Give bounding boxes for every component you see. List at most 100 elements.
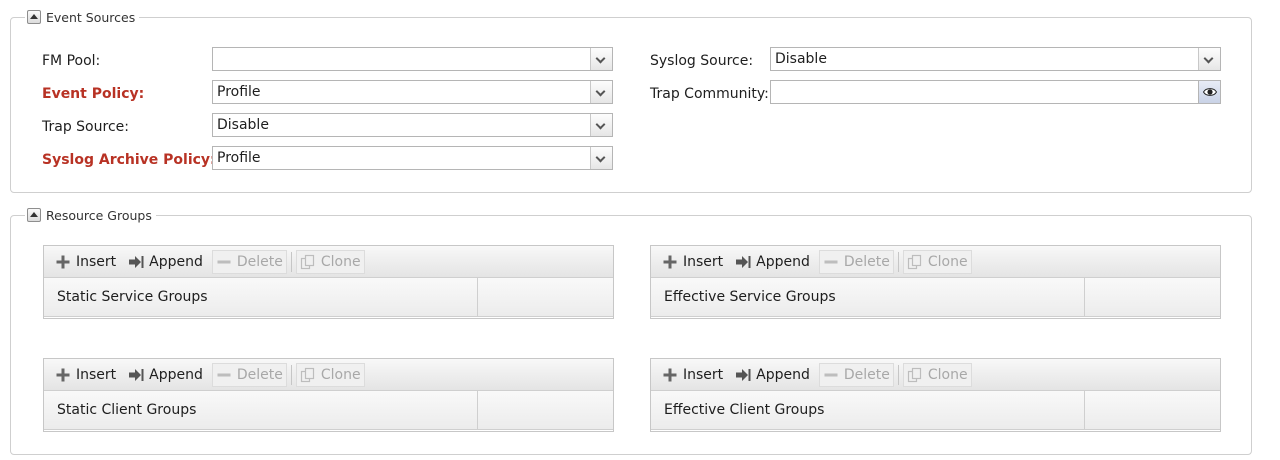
trap-source-select[interactable]: Disable <box>212 113 613 137</box>
trap-community-input[interactable] <box>771 81 1199 103</box>
append-label: Append <box>756 253 810 270</box>
event-policy-value: Profile <box>217 84 261 100</box>
minus-icon <box>824 260 838 263</box>
chevron-down-icon[interactable] <box>590 114 612 136</box>
insert-button[interactable]: Insert <box>659 251 726 273</box>
panel-title: Effective Client Groups <box>664 402 825 418</box>
clone-icon <box>300 367 314 382</box>
minus-icon <box>217 373 231 376</box>
event-sources-title: Event Sources <box>46 9 136 25</box>
insert-label: Insert <box>683 253 724 270</box>
append-label: Append <box>149 366 203 383</box>
panel-toolbar: Insert Append Delete Clone <box>44 246 613 278</box>
syslog-source-select[interactable]: Disable <box>770 47 1221 71</box>
toolbar-separator <box>290 364 292 385</box>
chevron-down-icon[interactable] <box>590 147 612 169</box>
static-service-groups-panel: Insert Append Delete Clone Static Servic… <box>43 245 614 319</box>
chevron-down-icon[interactable] <box>590 81 612 103</box>
plus-icon <box>56 255 70 268</box>
chevron-down-icon[interactable] <box>590 48 612 70</box>
delete-label: Delete <box>843 366 890 383</box>
clone-label: Clone <box>320 366 361 383</box>
grid-header: Static Service Groups <box>44 278 613 317</box>
toolbar-separator <box>290 251 292 272</box>
trap-community-field <box>770 80 1221 104</box>
append-label: Append <box>756 366 810 383</box>
clone-button[interactable]: Clone <box>902 249 972 274</box>
plus-icon <box>56 368 70 381</box>
event-policy-select[interactable]: Profile <box>212 80 613 104</box>
append-button[interactable]: Append <box>732 251 813 273</box>
syslog-archive-policy-value: Profile <box>217 150 261 166</box>
syslog-source-value: Disable <box>775 51 827 67</box>
panel-toolbar: Insert Append Delete Clone <box>651 246 1220 278</box>
static-client-groups-panel: Insert Append Delete Clone Static Client… <box>43 358 614 432</box>
effective-client-groups-panel: Insert Append Delete Clone Effective Cli… <box>650 358 1221 432</box>
trap-source-value: Disable <box>217 117 269 133</box>
plus-icon <box>663 368 677 381</box>
append-arrow-icon <box>736 368 751 381</box>
clone-label: Clone <box>927 253 968 270</box>
resource-groups-title: Resource Groups <box>46 207 152 223</box>
panel-toolbar: Insert Append Delete Clone <box>651 359 1220 391</box>
panel-title: Static Service Groups <box>57 289 208 305</box>
collapse-resource-groups-icon[interactable] <box>27 208 41 222</box>
chevron-down-icon[interactable] <box>1198 48 1220 70</box>
clone-icon <box>300 254 314 269</box>
delete-button[interactable]: Delete <box>818 362 894 387</box>
append-label: Append <box>149 253 203 270</box>
clone-icon <box>907 254 921 269</box>
grid-header: Effective Client Groups <box>651 391 1220 430</box>
grid-header: Effective Service Groups <box>651 278 1220 317</box>
syslog-archive-policy-label: Syslog Archive Policy: <box>42 152 216 168</box>
delete-button[interactable]: Delete <box>211 362 287 387</box>
fm-pool-select[interactable] <box>212 47 613 71</box>
trap-community-label: Trap Community: <box>650 86 769 102</box>
clone-label: Clone <box>927 366 968 383</box>
grid-header-column[interactable] <box>1084 278 1220 316</box>
clone-icon <box>907 367 921 382</box>
panel-title: Effective Service Groups <box>664 289 836 305</box>
delete-button[interactable]: Delete <box>818 249 894 274</box>
clone-button[interactable]: Clone <box>295 249 365 274</box>
panel-title: Static Client Groups <box>57 402 197 418</box>
delete-button[interactable]: Delete <box>211 249 287 274</box>
event-sources-legend: Event Sources <box>25 8 140 26</box>
plus-icon <box>663 255 677 268</box>
event-policy-label: Event Policy: <box>42 86 145 102</box>
append-arrow-icon <box>129 368 144 381</box>
minus-icon <box>217 260 231 263</box>
grid-header: Static Client Groups <box>44 391 613 430</box>
delete-label: Delete <box>236 253 283 270</box>
insert-button[interactable]: Insert <box>52 251 119 273</box>
append-arrow-icon <box>736 255 751 268</box>
append-button[interactable]: Append <box>732 364 813 386</box>
grid-header-column[interactable] <box>1084 391 1220 429</box>
insert-label: Insert <box>683 366 724 383</box>
delete-label: Delete <box>843 253 890 270</box>
grid-header-column[interactable] <box>477 278 613 316</box>
panel-toolbar: Insert Append Delete Clone <box>44 359 613 391</box>
insert-label: Insert <box>76 366 117 383</box>
toolbar-separator <box>897 251 899 272</box>
syslog-archive-policy-select[interactable]: Profile <box>212 146 613 170</box>
resource-groups-legend: Resource Groups <box>25 206 156 224</box>
clone-button[interactable]: Clone <box>902 362 972 387</box>
insert-label: Insert <box>76 253 117 270</box>
clone-button[interactable]: Clone <box>295 362 365 387</box>
effective-service-groups-panel: Insert Append Delete Clone Effective Ser… <box>650 245 1221 319</box>
fm-pool-label: FM Pool: <box>42 53 101 69</box>
eye-icon[interactable] <box>1198 81 1220 103</box>
trap-source-label: Trap Source: <box>42 119 129 135</box>
minus-icon <box>824 373 838 376</box>
toolbar-separator <box>897 364 899 385</box>
syslog-source-label: Syslog Source: <box>650 53 754 69</box>
append-button[interactable]: Append <box>125 251 206 273</box>
clone-label: Clone <box>320 253 361 270</box>
collapse-event-sources-icon[interactable] <box>27 10 41 24</box>
append-arrow-icon <box>129 255 144 268</box>
append-button[interactable]: Append <box>125 364 206 386</box>
grid-header-column[interactable] <box>477 391 613 429</box>
insert-button[interactable]: Insert <box>659 364 726 386</box>
insert-button[interactable]: Insert <box>52 364 119 386</box>
